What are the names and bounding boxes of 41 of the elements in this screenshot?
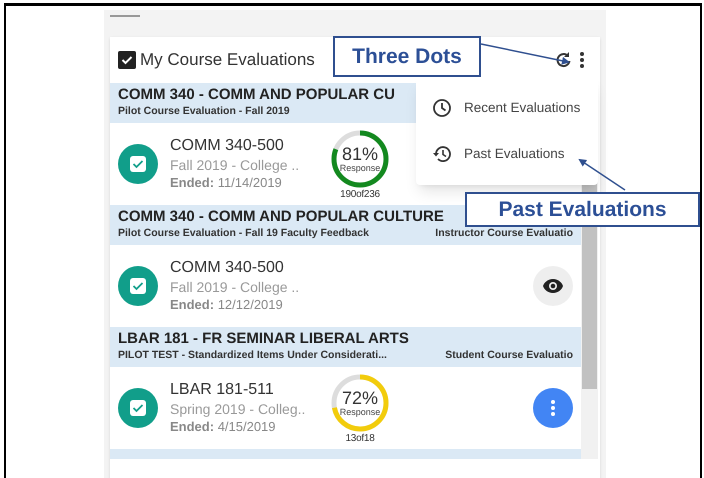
- evaluation-name: Pilot Course Evaluation - Fall 19 Faculty Feedback: [118, 226, 369, 240]
- evaluation-type: Instructor Course Evaluatio: [435, 226, 573, 240]
- evaluation-name: PILOT TEST - Standardized Items Under Considerati...: [118, 348, 387, 362]
- response-count: 13of18: [345, 432, 375, 444]
- evaluation-type: Student Course Evaluatio: [445, 348, 573, 362]
- response-percent: 81%: [342, 144, 378, 162]
- response-label: Response: [340, 162, 380, 172]
- annotation-callout: Three Dots: [333, 36, 481, 77]
- refresh-icon[interactable]: [554, 51, 572, 69]
- more-vertical-icon[interactable]: [580, 52, 584, 68]
- history-icon: [432, 144, 452, 164]
- course-title: LBAR 181 - FR SEMINAR LIBERAL ARTS: [118, 330, 409, 348]
- clock-icon: [432, 98, 452, 118]
- header-checkbox[interactable]: [118, 51, 136, 69]
- course-title: COMM 340 - COMM AND POPULAR CU: [118, 86, 395, 104]
- ended-date: Ended: 12/12/2019: [170, 296, 284, 314]
- checkbox-icon: [129, 399, 147, 417]
- response-percent: 72%: [342, 388, 378, 406]
- course-term: Fall 2019 - College ..: [170, 156, 300, 174]
- more-options-button[interactable]: [533, 388, 573, 428]
- response-label: Response: [340, 406, 380, 416]
- eye-icon: [542, 278, 564, 294]
- view-button[interactable]: [533, 266, 573, 306]
- course-code: LBAR 181-511: [170, 380, 275, 400]
- ended-date: Ended: 11/14/2019: [170, 174, 283, 192]
- course-title: COMM 340 - COMM AND POPULAR CULTURE: [118, 208, 444, 226]
- course-term: Spring 2019 - Colleg..: [170, 400, 306, 418]
- evaluation-name: Pilot Course Evaluation - Fall 2019: [118, 104, 290, 118]
- menu-item[interactable]: Recent Evaluations: [416, 85, 598, 131]
- course-code: COMM 340-500: [170, 136, 285, 156]
- response-count: 190of236: [340, 188, 380, 200]
- course-code: COMM 340-500: [170, 258, 285, 278]
- checkbox-icon: [129, 155, 147, 173]
- checkbox-icon: [129, 277, 147, 295]
- card-title: My Course Evaluations: [140, 49, 315, 72]
- menu-item[interactable]: Past Evaluations: [416, 131, 598, 177]
- ended-date: Ended: 4/15/2019: [170, 418, 277, 436]
- annotation-callout: Past Evaluations: [465, 192, 700, 227]
- annotation-arrow: [578, 158, 626, 191]
- more-vertical-icon: [551, 400, 555, 416]
- course-term: Fall 2019 - College ..: [170, 278, 300, 296]
